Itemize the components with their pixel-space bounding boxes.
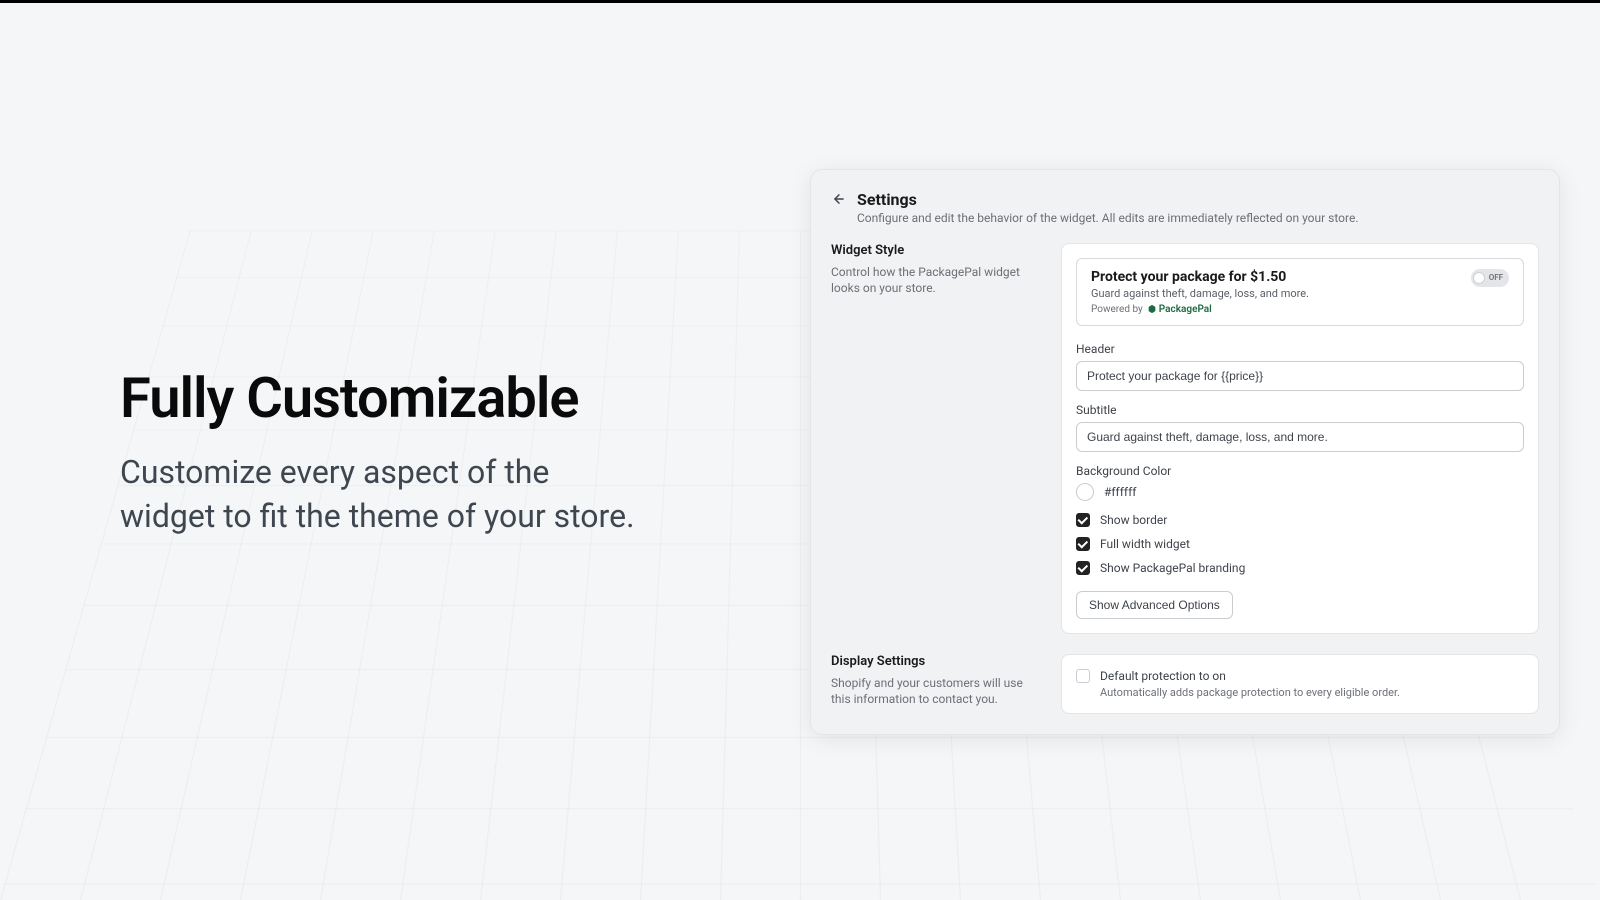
settings-title: Settings bbox=[857, 190, 917, 209]
subtitle-field-label: Subtitle bbox=[1076, 403, 1524, 417]
brand-name: PackagePal bbox=[1159, 304, 1212, 315]
header-field-label: Header bbox=[1076, 342, 1524, 356]
settings-panel: Settings Configure and edit the behavior… bbox=[810, 169, 1560, 735]
display-settings-section-desc: Shopify and your customers will use this… bbox=[831, 675, 1041, 709]
display-settings-section-title: Display Settings bbox=[831, 654, 1041, 669]
preview-toggle[interactable]: OFF bbox=[1471, 269, 1509, 287]
default-protection-checkbox[interactable] bbox=[1076, 669, 1090, 683]
show-border-checkbox[interactable] bbox=[1076, 513, 1090, 527]
show-branding-checkbox[interactable] bbox=[1076, 561, 1090, 575]
full-width-label: Full width widget bbox=[1100, 537, 1190, 551]
toggle-knob bbox=[1473, 272, 1485, 284]
preview-title: Protect your package for $1.50 bbox=[1091, 269, 1309, 285]
toggle-off-label: OFF bbox=[1489, 273, 1503, 282]
bg-color-label: Background Color bbox=[1076, 464, 1524, 478]
packagepal-logo: PackagePal bbox=[1147, 304, 1212, 315]
header-input[interactable] bbox=[1076, 361, 1524, 391]
display-settings-card: Default protection to on Automatically a… bbox=[1061, 654, 1539, 714]
default-protection-label: Default protection to on bbox=[1100, 669, 1400, 683]
widget-style-section-desc: Control how the PackagePal widget looks … bbox=[831, 264, 1041, 298]
bg-color-swatch[interactable] bbox=[1076, 483, 1094, 501]
settings-subtitle: Configure and edit the behavior of the w… bbox=[857, 211, 1539, 225]
widget-style-card: Protect your package for $1.50 Guard aga… bbox=[1061, 243, 1539, 634]
show-border-label: Show border bbox=[1100, 513, 1167, 527]
hero-title: Fully Customizable bbox=[120, 365, 640, 431]
show-branding-label: Show PackagePal branding bbox=[1100, 561, 1245, 575]
full-width-checkbox[interactable] bbox=[1076, 537, 1090, 551]
show-advanced-options-button[interactable]: Show Advanced Options bbox=[1076, 591, 1233, 619]
subtitle-input[interactable] bbox=[1076, 422, 1524, 452]
widget-style-section-title: Widget Style bbox=[831, 243, 1041, 258]
hero-subtitle: Customize every aspect of the widget to … bbox=[120, 451, 640, 537]
back-arrow-icon[interactable] bbox=[831, 191, 847, 207]
powered-by-label: Powered by bbox=[1091, 304, 1143, 315]
widget-preview: Protect your package for $1.50 Guard aga… bbox=[1076, 258, 1524, 326]
bg-color-value: #ffffff bbox=[1104, 485, 1136, 499]
preview-subtitle: Guard against theft, damage, loss, and m… bbox=[1091, 287, 1309, 300]
default-protection-desc: Automatically adds package protection to… bbox=[1100, 686, 1400, 699]
